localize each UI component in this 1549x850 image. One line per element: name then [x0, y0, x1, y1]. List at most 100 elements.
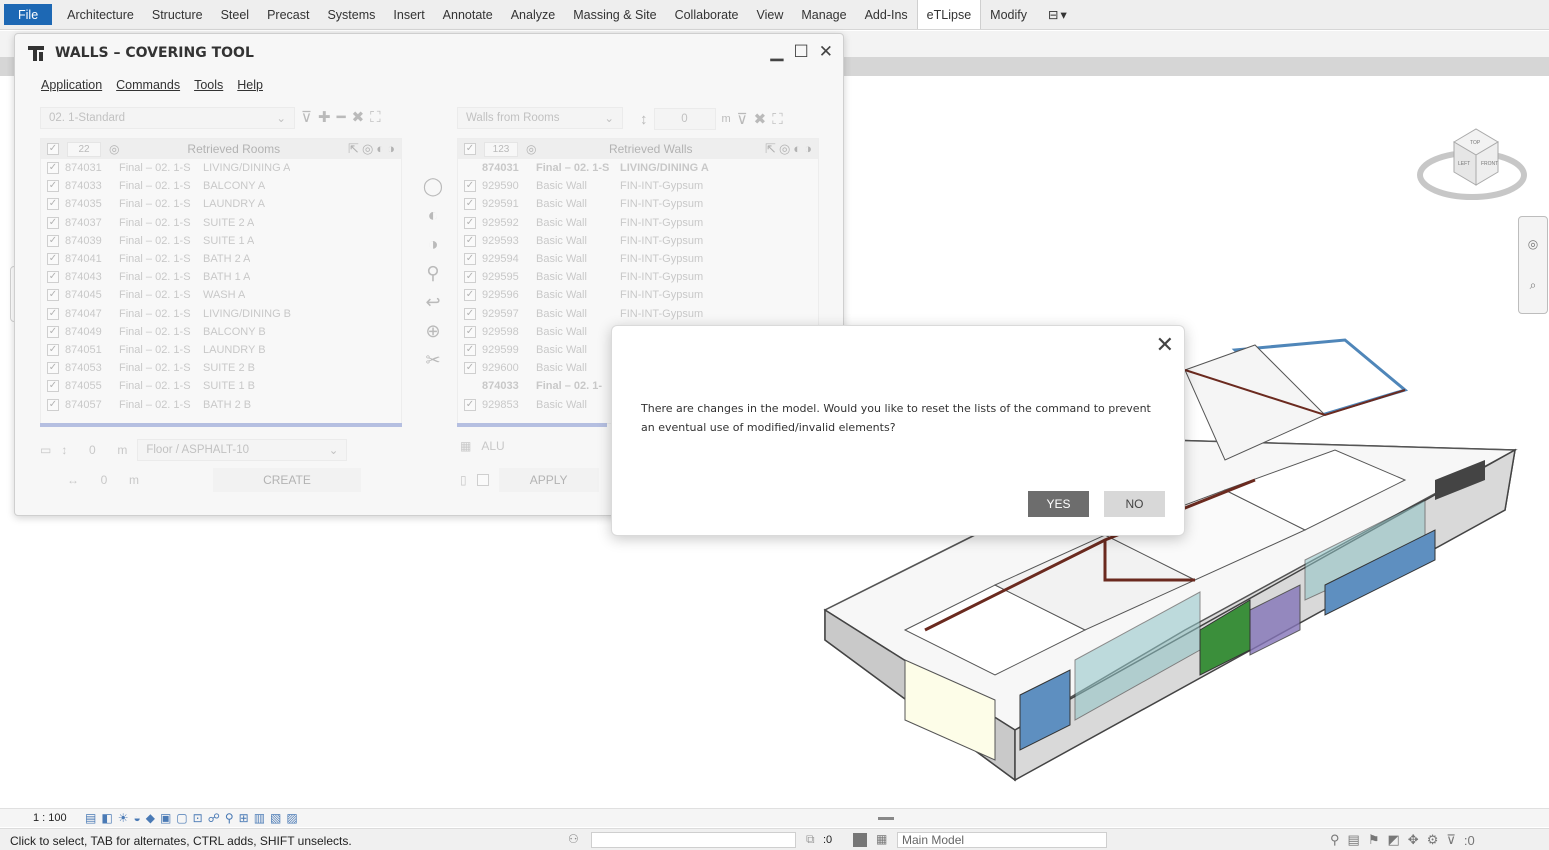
model-icon[interactable]: ▦ — [876, 832, 887, 846]
room-row-checkbox[interactable]: ✓ — [47, 380, 59, 393]
wall-row-checkbox[interactable]: ✓ — [464, 325, 476, 338]
highlight-displacement-icon[interactable]: ▥ — [254, 811, 265, 825]
select-underlay-icon[interactable]: ▤ — [1348, 832, 1360, 848]
offset-input[interactable]: 0 — [89, 473, 119, 487]
detail-level-icon[interactable]: ▤ — [85, 811, 96, 825]
room-row[interactable]: ✓ 874041 Final – 02. 1-S BATH 2 A — [41, 250, 401, 268]
maximize-icon[interactable]: ☐ — [794, 42, 809, 62]
close-icon[interactable]: ✕ — [1156, 332, 1174, 358]
room-row-checkbox[interactable]: ✓ — [47, 253, 59, 266]
ribbon-tab-view[interactable]: View — [748, 0, 793, 29]
wall-row-checkbox[interactable]: ✓ — [464, 307, 476, 320]
select-by-face-icon[interactable]: ◩ — [1387, 832, 1399, 848]
menu-help[interactable]: Help — [237, 78, 263, 92]
wall-row-checkbox[interactable]: ✓ — [464, 343, 476, 356]
apply-button[interactable]: APPLY — [498, 468, 599, 492]
ribbon-tab-steel[interactable]: Steel — [212, 0, 259, 29]
return-arrow-icon[interactable]: ↩ — [425, 292, 440, 313]
ribbon-tab-etlipse[interactable]: eTLipse — [916, 0, 982, 29]
filter-icon[interactable]: ⊽ — [301, 108, 312, 126]
close-icon[interactable]: ✕ — [819, 42, 833, 62]
focus-icon[interactable]: ⊕ — [425, 321, 440, 342]
room-row-checkbox[interactable]: ✓ — [47, 289, 59, 302]
clear-icon[interactable]: ✖ — [754, 110, 767, 128]
tools-icon[interactable]: ✂ — [425, 350, 440, 371]
height-input[interactable]: 0 — [77, 443, 107, 457]
reveal-hidden-icon[interactable]: ⚲ — [225, 811, 234, 825]
temporary-hide-icon[interactable]: ☍ — [208, 811, 220, 825]
create-button[interactable]: CREATE — [213, 468, 361, 492]
room-row[interactable]: ✓ 874055 Final – 02. 1-S SUITE 1 B — [41, 377, 401, 395]
ribbon-tab-file[interactable]: File — [4, 4, 53, 25]
walls-offset-input[interactable]: 0 — [653, 108, 716, 130]
render-icon[interactable]: ◆ — [146, 811, 155, 825]
select-all-rooms-checkbox[interactable]: ✓ — [47, 143, 59, 155]
room-row[interactable]: ✓ 874057 Final – 02. 1-S BATH 2 B — [41, 395, 401, 413]
splitter-handle[interactable] — [877, 816, 894, 820]
wall-row-checkbox[interactable]: ✓ — [464, 198, 476, 211]
minimize-icon[interactable]: ▁ — [770, 42, 783, 62]
menu-commands[interactable]: Commands — [116, 78, 180, 92]
room-row[interactable]: ✓ 874035 Final – 02. 1-S LAUNDRY A — [41, 195, 401, 213]
crop-view-icon[interactable]: ▣ — [160, 811, 171, 825]
wall-row[interactable]: ✓ 929591 Basic Wall FIN-INT-Gypsum — [458, 195, 818, 213]
zoom-icon[interactable]: ⌕ — [1530, 278, 1537, 293]
room-row[interactable]: ✓ 874043 Final – 02. 1-S BATH 1 A — [41, 268, 401, 286]
wall-row[interactable]: ✓ 929590 Basic Wall FIN-INT-Gypsum — [458, 177, 818, 195]
visual-style-icon[interactable]: ◧ — [101, 811, 112, 825]
hide-icon[interactable]: ◐ — [793, 141, 801, 157]
clear-icon[interactable]: ✖ — [352, 108, 365, 126]
room-row[interactable]: ✓ 874039 Final – 02. 1-S SUITE 1 A — [41, 232, 401, 250]
select-cursor-icon[interactable]: ⇱ — [765, 141, 776, 157]
half-circle-left-icon[interactable]: ◐ — [428, 205, 439, 226]
wall-row[interactable]: ✓ 929595 Basic Wall FIN-INT-Gypsum — [458, 268, 818, 286]
room-row[interactable]: ✓ 874051 Final – 02. 1-S LAUNDRY B — [41, 341, 401, 359]
apply-option-checkbox[interactable] — [476, 474, 489, 486]
sun-path-icon[interactable]: ☀ — [118, 811, 129, 825]
contextual-tab-dropdown[interactable]: ⊟ ▾ — [1036, 0, 1079, 29]
design-options-icon[interactable] — [853, 833, 867, 847]
room-row[interactable]: ✓ 874049 Final – 02. 1-S BALCONY B — [41, 323, 401, 341]
room-row[interactable]: ✓ 874031 Final – 02. 1-S LIVING/DINING A — [41, 159, 401, 177]
show-icon[interactable]: ◑ — [387, 141, 395, 157]
room-row[interactable]: ✓ 874037 Final – 02. 1-S SUITE 2 A — [41, 214, 401, 232]
shadows-icon[interactable]: ◒ — [133, 811, 140, 825]
zoom-icon[interactable]: ⚲ — [426, 263, 439, 284]
ribbon-tab-insert[interactable]: Insert — [384, 0, 433, 29]
wall-row[interactable]: ✓ 929594 Basic Wall FIN-INT-Gypsum — [458, 250, 818, 268]
filter-icon[interactable]: ⊽ — [737, 110, 748, 128]
ribbon-tab-precast[interactable]: Precast — [258, 0, 318, 29]
steering-wheel-icon[interactable]: ◎ — [1528, 237, 1538, 251]
ribbon-tab-massing-site[interactable]: Massing & Site — [564, 0, 665, 29]
workset-select[interactable] — [591, 832, 796, 848]
select-all-walls-checkbox[interactable]: ✓ — [464, 143, 476, 155]
viewcube-icon[interactable]: TOP LEFT FRONT — [1414, 115, 1532, 215]
menu-application[interactable]: Application — [41, 78, 102, 92]
select-cursor-icon[interactable]: ⇱ — [348, 141, 359, 157]
circle-icon[interactable]: ◯ — [423, 176, 443, 197]
room-row-checkbox[interactable]: ✓ — [47, 362, 59, 375]
workset-icon[interactable]: ⚇ — [568, 832, 579, 846]
worksharing-icon[interactable]: ▨ — [286, 811, 297, 825]
ribbon-tab-annotate[interactable]: Annotate — [434, 0, 502, 29]
wall-row-checkbox[interactable]: ✓ — [464, 234, 476, 247]
view-scale[interactable]: 1 : 100 — [33, 812, 75, 824]
lock-view-icon[interactable]: ⊡ — [193, 811, 203, 825]
ribbon-tab-structure[interactable]: Structure — [143, 0, 212, 29]
room-row-checkbox[interactable]: ✓ — [47, 162, 59, 175]
select-links-icon[interactable]: ⚲ — [1330, 832, 1340, 848]
room-row-checkbox[interactable]: ✓ — [47, 198, 59, 211]
menu-tools[interactable]: Tools — [194, 78, 223, 92]
show-crop-icon[interactable]: ▢ — [176, 811, 187, 825]
room-row-checkbox[interactable]: ✓ — [47, 325, 59, 338]
ribbon-tab-analyze[interactable]: Analyze — [502, 0, 564, 29]
wall-row[interactable]: ✓ 929592 Basic Wall FIN-INT-Gypsum — [458, 214, 818, 232]
room-row[interactable]: ✓ 874045 Final – 02. 1-S WASH A — [41, 286, 401, 304]
viewcube[interactable]: TOP LEFT FRONT — [1414, 115, 1532, 215]
wall-row[interactable]: 874031 Final – 02. 1-S LIVING/DINING A — [458, 159, 818, 177]
drag-elements-icon[interactable]: ✥ — [1408, 832, 1419, 848]
room-row-checkbox[interactable]: ✓ — [47, 307, 59, 320]
wall-row-checkbox[interactable]: ✓ — [464, 362, 476, 375]
room-row-checkbox[interactable]: ✓ — [47, 271, 59, 284]
wall-row-checkbox[interactable]: ✓ — [464, 398, 476, 411]
